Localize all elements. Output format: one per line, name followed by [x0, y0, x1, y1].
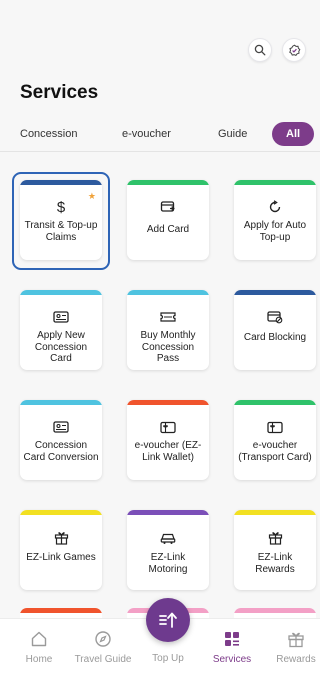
nav-rewards[interactable]: Rewards — [264, 629, 320, 665]
dollar-icon: $ — [54, 198, 68, 216]
service-label: Add Card — [146, 224, 190, 235]
card-accent-bar — [127, 180, 209, 185]
service-ez-link-games[interactable]: EZ-Link Games — [20, 510, 102, 590]
service-label: EZ-Link Rewards — [255, 552, 295, 575]
nav-services[interactable]: Services — [200, 629, 264, 665]
gift-icon — [268, 528, 283, 546]
service-card-blocking[interactable]: Card Blocking — [234, 290, 316, 370]
card-accent-bar — [20, 290, 102, 295]
service-transit-top-up-claims[interactable]: ★ $ Transit & Top-up Claims — [20, 180, 102, 260]
tab-concession[interactable]: Concession — [20, 122, 77, 146]
concession-card-icon — [53, 308, 69, 326]
ticket-icon — [160, 308, 176, 326]
service-buy-monthly-concession-pass[interactable]: Buy Monthly Concession Pass — [127, 290, 209, 370]
card-accent-bar — [20, 400, 102, 405]
card-accent-bar — [234, 510, 316, 515]
gift-icon — [54, 528, 69, 546]
grid-icon — [200, 629, 264, 649]
service-label: EZ-Link Games — [26, 552, 96, 563]
service-apply-auto-top-up[interactable]: Apply for Auto Top-up — [234, 180, 316, 260]
card-accent-bar — [127, 510, 209, 515]
service-concession-card-conversion[interactable]: Concession Card Conversion — [20, 400, 102, 480]
nav-home[interactable]: Home — [7, 629, 71, 665]
card-accent-bar — [234, 400, 316, 405]
service-label: EZ-Link Motoring — [148, 552, 188, 575]
card-accent-bar — [127, 400, 209, 405]
top-up-icon — [159, 612, 177, 628]
card-accent-bar — [234, 180, 316, 185]
settings-badge-button[interactable] — [282, 38, 306, 62]
top-up-button[interactable] — [146, 598, 190, 642]
page-title: Services — [20, 82, 99, 103]
compass-icon — [71, 629, 135, 649]
favorite-star-icon: ★ — [87, 191, 96, 201]
service-ez-link-rewards[interactable]: EZ-Link Rewards — [234, 510, 316, 590]
service-label: Buy Monthly Concession Pass — [140, 330, 196, 364]
card-accent-bar — [20, 180, 102, 185]
service-e-voucher-transport-card[interactable]: e-voucher (Transport Card) — [234, 400, 316, 480]
add-card-icon — [160, 198, 176, 216]
nav-top-up[interactable]: Top Up — [136, 653, 200, 664]
service-add-card[interactable]: Add Card — [127, 180, 209, 260]
service-ez-link-motoring[interactable]: EZ-Link Motoring — [127, 510, 209, 590]
service-label: Card Blocking — [243, 332, 307, 343]
car-icon — [160, 528, 176, 546]
services-grid: ★ $ Transit & Top-up Claims Add Card App… — [20, 180, 316, 590]
tab-e-voucher[interactable]: e-voucher — [122, 122, 171, 146]
card-accent-bar — [20, 510, 102, 515]
nav-label: Rewards — [276, 654, 316, 665]
nav-label: Top Up — [152, 653, 184, 664]
search-icon — [254, 44, 266, 56]
nav-label: Home — [25, 654, 53, 665]
service-tabs: Concession e-voucher Guide All — [0, 118, 320, 152]
voucher-icon — [160, 418, 176, 436]
tab-all[interactable]: All — [272, 122, 315, 146]
voucher-icon — [267, 418, 283, 436]
nav-label: Services — [212, 654, 252, 665]
service-label: Apply for Auto Top-up — [243, 220, 307, 243]
service-apply-new-concession-card[interactable]: Apply New Concession Card — [20, 290, 102, 370]
auto-refresh-icon — [268, 198, 282, 216]
service-label: Transit & Top-up Claims — [24, 220, 98, 243]
svg-text:$: $ — [57, 199, 66, 215]
service-label: e-voucher (Transport Card) — [238, 440, 312, 463]
tab-guide[interactable]: Guide — [218, 122, 247, 146]
gift-icon — [264, 629, 320, 649]
service-label: Apply New Concession Card — [34, 330, 88, 364]
concession-card-icon — [53, 418, 69, 436]
card-accent-bar — [127, 290, 209, 295]
search-button[interactable] — [248, 38, 272, 62]
settings-badge-icon — [288, 44, 300, 56]
nav-label: Travel Guide — [74, 654, 132, 665]
top-actions — [248, 38, 306, 62]
home-icon — [7, 629, 71, 649]
service-label: e-voucher (EZ-Link Wallet) — [134, 440, 202, 463]
service-e-voucher-wallet[interactable]: e-voucher (EZ-Link Wallet) — [127, 400, 209, 480]
card-block-icon — [267, 308, 283, 326]
card-accent-bar — [234, 290, 316, 295]
service-label: Concession Card Conversion — [23, 440, 99, 463]
nav-travel-guide[interactable]: Travel Guide — [71, 629, 135, 665]
